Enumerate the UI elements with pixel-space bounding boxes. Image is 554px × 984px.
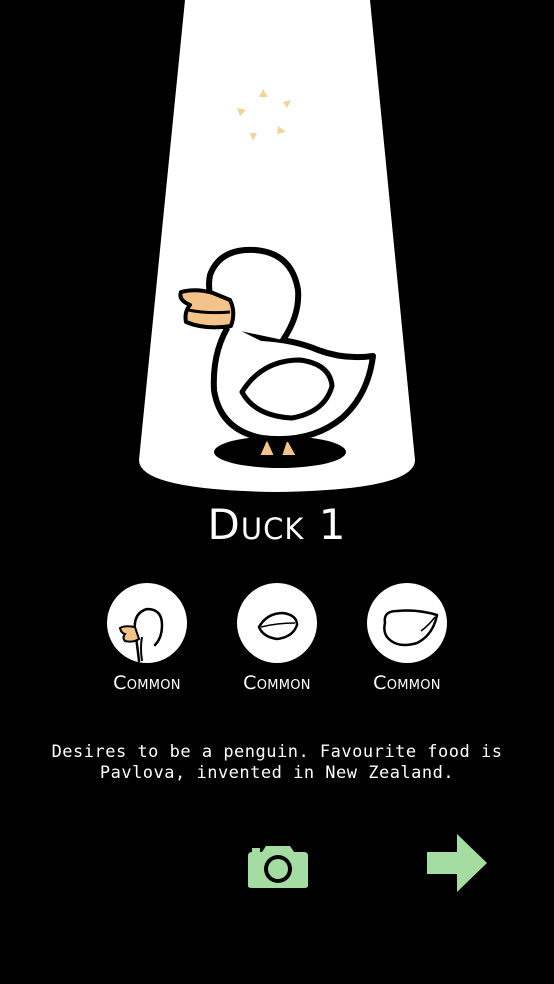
duck-display xyxy=(139,0,415,492)
trait-head-circle[interactable] xyxy=(107,583,187,663)
trait-wing-circle[interactable] xyxy=(237,583,317,663)
description-line-2: Pavlova, invented in New Zealand. xyxy=(99,763,455,783)
camera-icon xyxy=(248,846,308,888)
trait-wing-label: Common xyxy=(243,672,311,694)
duck-wing-icon xyxy=(257,611,299,641)
duck-name: Duck 1 xyxy=(207,500,347,549)
duck-body-icon xyxy=(383,609,439,647)
duck-head-icon xyxy=(118,607,164,663)
camera-button[interactable] xyxy=(246,842,310,890)
trait-body-circle[interactable] xyxy=(367,583,447,663)
trait-body-label: Common xyxy=(373,672,441,694)
trait-list: Common Common Common xyxy=(0,583,554,703)
trait-head[interactable]: Common xyxy=(92,583,202,694)
duck-description: Desires to be a penguin. Favourite food … xyxy=(40,742,514,784)
trait-head-label: Common xyxy=(113,672,181,694)
arrow-right-icon xyxy=(427,834,487,892)
trait-wing[interactable]: Common xyxy=(222,583,332,694)
description-line-1: Desires to be a penguin. Favourite food … xyxy=(51,742,503,762)
trait-body[interactable]: Common xyxy=(352,583,462,694)
next-button[interactable] xyxy=(425,832,489,894)
